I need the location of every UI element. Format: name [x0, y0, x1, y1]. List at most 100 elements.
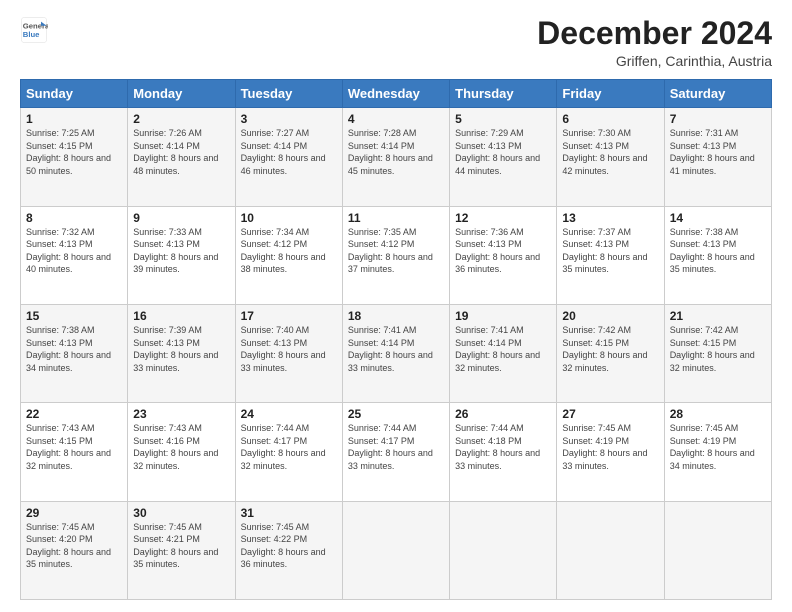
calendar-cell [450, 501, 557, 599]
calendar-cell: 28Sunrise: 7:45 AMSunset: 4:19 PMDayligh… [664, 403, 771, 501]
day-info: Sunrise: 7:44 AMSunset: 4:17 PMDaylight:… [348, 422, 444, 472]
day-number: 10 [241, 211, 337, 225]
day-info: Sunrise: 7:32 AMSunset: 4:13 PMDaylight:… [26, 226, 122, 276]
day-number: 30 [133, 506, 229, 520]
day-number: 25 [348, 407, 444, 421]
calendar-cell: 24Sunrise: 7:44 AMSunset: 4:17 PMDayligh… [235, 403, 342, 501]
day-number: 24 [241, 407, 337, 421]
day-info: Sunrise: 7:38 AMSunset: 4:13 PMDaylight:… [670, 226, 766, 276]
day-number: 18 [348, 309, 444, 323]
day-number: 28 [670, 407, 766, 421]
calendar-cell: 5Sunrise: 7:29 AMSunset: 4:13 PMDaylight… [450, 108, 557, 206]
calendar-cell: 8Sunrise: 7:32 AMSunset: 4:13 PMDaylight… [21, 206, 128, 304]
day-number: 20 [562, 309, 658, 323]
location-subtitle: Griffen, Carinthia, Austria [537, 53, 772, 69]
calendar-cell: 29Sunrise: 7:45 AMSunset: 4:20 PMDayligh… [21, 501, 128, 599]
day-number: 23 [133, 407, 229, 421]
header: General Blue December 2024 Griffen, Cari… [20, 16, 772, 69]
page: General Blue December 2024 Griffen, Cari… [0, 0, 792, 612]
svg-text:Blue: Blue [23, 30, 40, 39]
day-number: 2 [133, 112, 229, 126]
week-row-1: 1Sunrise: 7:25 AMSunset: 4:15 PMDaylight… [21, 108, 772, 206]
day-number: 9 [133, 211, 229, 225]
day-info: Sunrise: 7:28 AMSunset: 4:14 PMDaylight:… [348, 127, 444, 177]
calendar-cell: 23Sunrise: 7:43 AMSunset: 4:16 PMDayligh… [128, 403, 235, 501]
day-number: 14 [670, 211, 766, 225]
calendar-cell: 21Sunrise: 7:42 AMSunset: 4:15 PMDayligh… [664, 304, 771, 402]
day-info: Sunrise: 7:45 AMSunset: 4:20 PMDaylight:… [26, 521, 122, 571]
day-number: 7 [670, 112, 766, 126]
day-info: Sunrise: 7:41 AMSunset: 4:14 PMDaylight:… [348, 324, 444, 374]
calendar-cell: 10Sunrise: 7:34 AMSunset: 4:12 PMDayligh… [235, 206, 342, 304]
calendar-cell: 11Sunrise: 7:35 AMSunset: 4:12 PMDayligh… [342, 206, 449, 304]
day-number: 8 [26, 211, 122, 225]
day-number: 6 [562, 112, 658, 126]
svg-text:General: General [23, 22, 48, 31]
day-info: Sunrise: 7:44 AMSunset: 4:17 PMDaylight:… [241, 422, 337, 472]
calendar-cell [557, 501, 664, 599]
calendar-cell: 12Sunrise: 7:36 AMSunset: 4:13 PMDayligh… [450, 206, 557, 304]
day-number: 4 [348, 112, 444, 126]
day-info: Sunrise: 7:38 AMSunset: 4:13 PMDaylight:… [26, 324, 122, 374]
day-info: Sunrise: 7:27 AMSunset: 4:14 PMDaylight:… [241, 127, 337, 177]
calendar-cell: 4Sunrise: 7:28 AMSunset: 4:14 PMDaylight… [342, 108, 449, 206]
day-info: Sunrise: 7:25 AMSunset: 4:15 PMDaylight:… [26, 127, 122, 177]
col-friday: Friday [557, 80, 664, 108]
day-info: Sunrise: 7:29 AMSunset: 4:13 PMDaylight:… [455, 127, 551, 177]
day-number: 31 [241, 506, 337, 520]
day-info: Sunrise: 7:41 AMSunset: 4:14 PMDaylight:… [455, 324, 551, 374]
week-row-4: 22Sunrise: 7:43 AMSunset: 4:15 PMDayligh… [21, 403, 772, 501]
day-number: 12 [455, 211, 551, 225]
week-row-5: 29Sunrise: 7:45 AMSunset: 4:20 PMDayligh… [21, 501, 772, 599]
title-area: December 2024 Griffen, Carinthia, Austri… [537, 16, 772, 69]
week-row-3: 15Sunrise: 7:38 AMSunset: 4:13 PMDayligh… [21, 304, 772, 402]
day-number: 22 [26, 407, 122, 421]
day-number: 21 [670, 309, 766, 323]
week-row-2: 8Sunrise: 7:32 AMSunset: 4:13 PMDaylight… [21, 206, 772, 304]
day-info: Sunrise: 7:45 AMSunset: 4:22 PMDaylight:… [241, 521, 337, 571]
day-info: Sunrise: 7:40 AMSunset: 4:13 PMDaylight:… [241, 324, 337, 374]
col-wednesday: Wednesday [342, 80, 449, 108]
calendar-cell: 20Sunrise: 7:42 AMSunset: 4:15 PMDayligh… [557, 304, 664, 402]
calendar-cell: 17Sunrise: 7:40 AMSunset: 4:13 PMDayligh… [235, 304, 342, 402]
day-number: 27 [562, 407, 658, 421]
logo: General Blue [20, 16, 48, 44]
day-info: Sunrise: 7:39 AMSunset: 4:13 PMDaylight:… [133, 324, 229, 374]
calendar-cell: 16Sunrise: 7:39 AMSunset: 4:13 PMDayligh… [128, 304, 235, 402]
calendar-cell: 14Sunrise: 7:38 AMSunset: 4:13 PMDayligh… [664, 206, 771, 304]
day-info: Sunrise: 7:43 AMSunset: 4:16 PMDaylight:… [133, 422, 229, 472]
header-row: Sunday Monday Tuesday Wednesday Thursday… [21, 80, 772, 108]
day-info: Sunrise: 7:34 AMSunset: 4:12 PMDaylight:… [241, 226, 337, 276]
day-info: Sunrise: 7:43 AMSunset: 4:15 PMDaylight:… [26, 422, 122, 472]
day-info: Sunrise: 7:45 AMSunset: 4:21 PMDaylight:… [133, 521, 229, 571]
day-info: Sunrise: 7:33 AMSunset: 4:13 PMDaylight:… [133, 226, 229, 276]
calendar-cell: 2Sunrise: 7:26 AMSunset: 4:14 PMDaylight… [128, 108, 235, 206]
day-info: Sunrise: 7:37 AMSunset: 4:13 PMDaylight:… [562, 226, 658, 276]
calendar-cell: 1Sunrise: 7:25 AMSunset: 4:15 PMDaylight… [21, 108, 128, 206]
col-thursday: Thursday [450, 80, 557, 108]
calendar-cell: 7Sunrise: 7:31 AMSunset: 4:13 PMDaylight… [664, 108, 771, 206]
day-number: 26 [455, 407, 551, 421]
day-info: Sunrise: 7:36 AMSunset: 4:13 PMDaylight:… [455, 226, 551, 276]
day-number: 29 [26, 506, 122, 520]
day-info: Sunrise: 7:45 AMSunset: 4:19 PMDaylight:… [670, 422, 766, 472]
calendar-cell: 25Sunrise: 7:44 AMSunset: 4:17 PMDayligh… [342, 403, 449, 501]
day-info: Sunrise: 7:42 AMSunset: 4:15 PMDaylight:… [670, 324, 766, 374]
calendar-cell: 26Sunrise: 7:44 AMSunset: 4:18 PMDayligh… [450, 403, 557, 501]
day-number: 16 [133, 309, 229, 323]
day-number: 13 [562, 211, 658, 225]
day-info: Sunrise: 7:42 AMSunset: 4:15 PMDaylight:… [562, 324, 658, 374]
calendar: Sunday Monday Tuesday Wednesday Thursday… [20, 79, 772, 600]
calendar-cell: 19Sunrise: 7:41 AMSunset: 4:14 PMDayligh… [450, 304, 557, 402]
calendar-cell: 6Sunrise: 7:30 AMSunset: 4:13 PMDaylight… [557, 108, 664, 206]
calendar-cell: 15Sunrise: 7:38 AMSunset: 4:13 PMDayligh… [21, 304, 128, 402]
col-saturday: Saturday [664, 80, 771, 108]
day-number: 5 [455, 112, 551, 126]
day-info: Sunrise: 7:31 AMSunset: 4:13 PMDaylight:… [670, 127, 766, 177]
calendar-cell: 13Sunrise: 7:37 AMSunset: 4:13 PMDayligh… [557, 206, 664, 304]
calendar-cell [664, 501, 771, 599]
day-number: 1 [26, 112, 122, 126]
calendar-cell: 18Sunrise: 7:41 AMSunset: 4:14 PMDayligh… [342, 304, 449, 402]
day-number: 11 [348, 211, 444, 225]
logo-icon: General Blue [20, 16, 48, 44]
